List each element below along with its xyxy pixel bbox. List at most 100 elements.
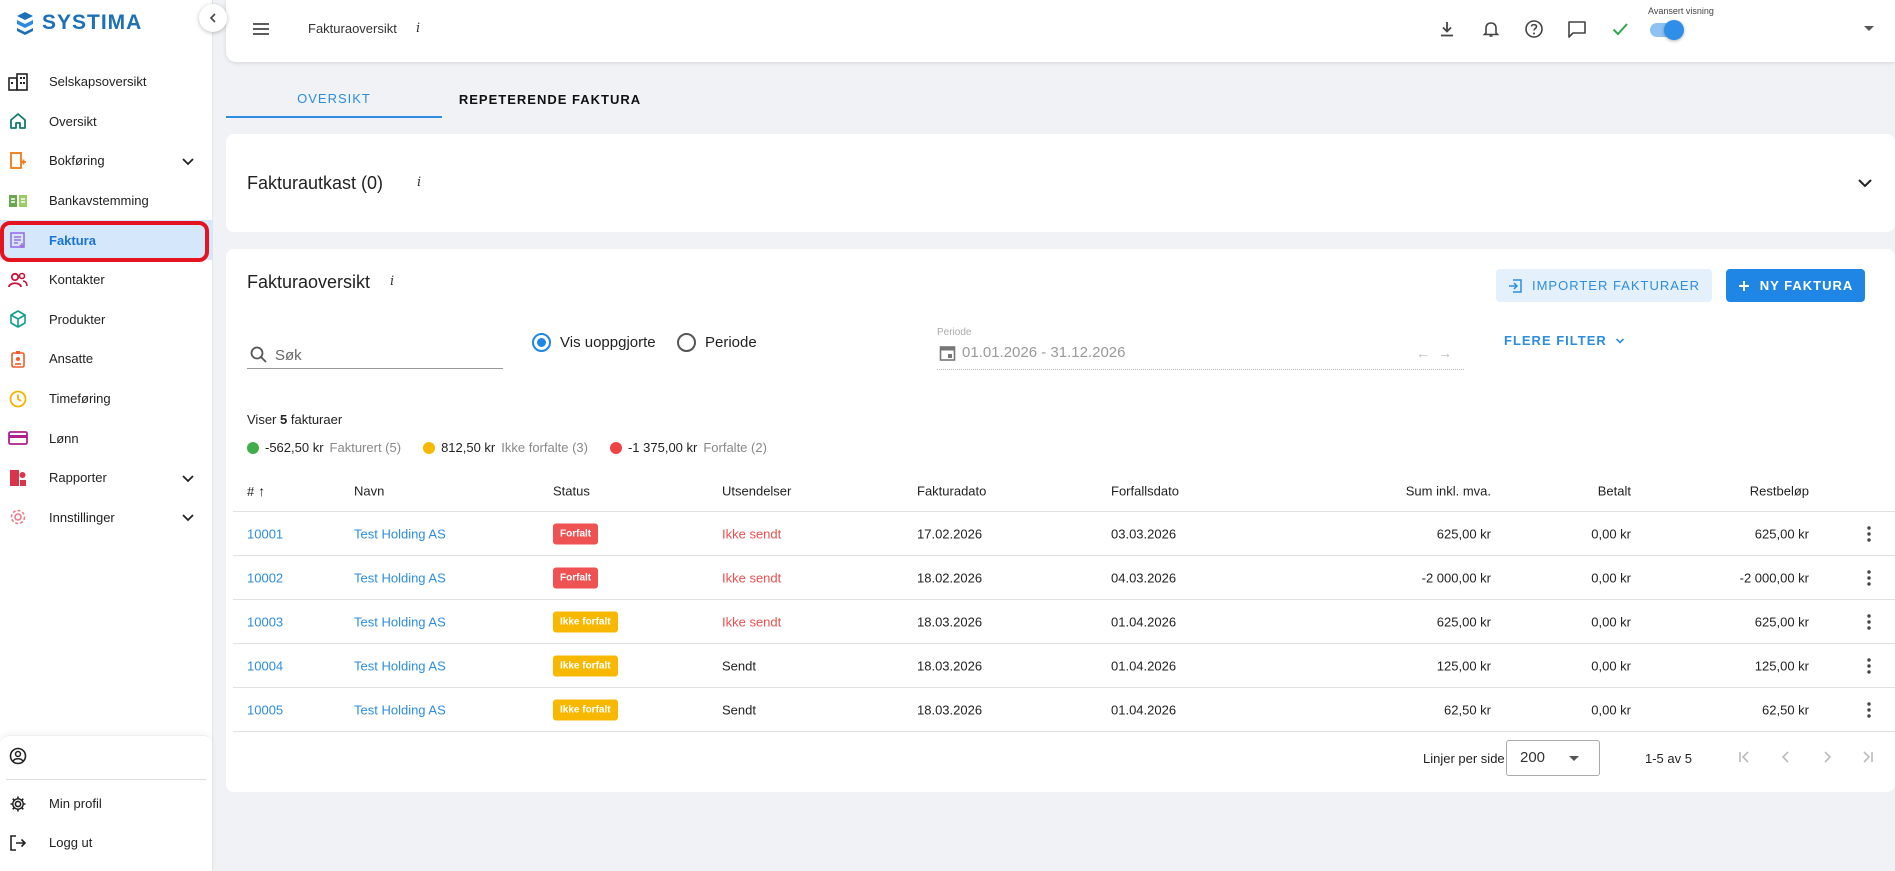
sidebar-item-rapporter[interactable]: Rapporter: [0, 458, 213, 498]
bell-icon[interactable]: [1480, 18, 1502, 40]
status-badge: Ikke forfalt: [553, 699, 618, 720]
period-nav-arrows-icon[interactable]: ←→: [1416, 345, 1460, 361]
more-vert-icon[interactable]: [1859, 524, 1879, 544]
sidebar-item-oversikt[interactable]: Oversikt: [0, 102, 213, 142]
paid-amount: 0,00 kr: [1591, 526, 1631, 541]
chat-icon[interactable]: [1566, 18, 1588, 40]
result-count-prefix: Viser: [247, 412, 277, 427]
download-icon[interactable]: [1436, 18, 1458, 40]
tab-oversikt[interactable]: OVERSIKT: [226, 80, 442, 118]
logo[interactable]: SYSTIMA: [14, 10, 142, 36]
sum-incl-vat: 62,50 kr: [1444, 702, 1491, 717]
search-input[interactable]: [275, 346, 495, 364]
more-vert-icon[interactable]: [1859, 568, 1879, 588]
invoice-number-link[interactable]: 10001: [247, 526, 283, 541]
more-vert-icon[interactable]: [1859, 700, 1879, 720]
due-date: 01.04.2026: [1111, 614, 1177, 629]
column-header-remaining[interactable]: Restbeløp: [1750, 484, 1809, 499]
column-header-paid[interactable]: Betalt: [1598, 484, 1631, 499]
sidebar-item-kontakter[interactable]: Kontakter: [0, 260, 213, 300]
radio-circle: [677, 333, 696, 352]
sum-incl-vat: 625,00 kr: [1436, 614, 1491, 629]
invoice-number-link[interactable]: 10004: [247, 658, 283, 673]
previous-page-icon[interactable]: [1774, 745, 1798, 769]
caret-down-icon[interactable]: [1864, 26, 1874, 31]
column-header-invoice-date[interactable]: Fakturadato: [917, 484, 986, 499]
customer-name-link[interactable]: Test Holding AS: [354, 614, 446, 629]
info-icon[interactable]: i: [417, 175, 421, 190]
remaining-amount: 62,50 kr: [1762, 702, 1809, 717]
account-button[interactable]: [0, 736, 213, 775]
chevron-down-icon[interactable]: [181, 510, 195, 524]
sidebar-item-ansatte[interactable]: Ansatte: [0, 339, 213, 379]
sort-ascending-icon[interactable]: ↑: [258, 483, 265, 499]
sidebar-item-selskapsoversikt[interactable]: Selskapsoversikt: [0, 62, 213, 102]
table-row[interactable]: 10001 Test Holding AS Forfalt Ikke sendt 17.…: [233, 512, 1895, 556]
legend-dot-not-due: [423, 441, 436, 454]
next-page-icon[interactable]: [1815, 745, 1839, 769]
first-page-icon[interactable]: [1732, 745, 1756, 769]
column-header-due-date[interactable]: Forfallsdato: [1111, 484, 1179, 499]
card-icon: [8, 428, 28, 448]
period-field[interactable]: Periode 01.01.2026 - 31.12.2026 ←→: [937, 327, 1464, 370]
customer-name-link[interactable]: Test Holding AS: [354, 658, 446, 673]
systima-logo-icon: [17, 12, 33, 35]
more-vert-icon[interactable]: [1859, 612, 1879, 632]
radio-label: Periode: [705, 334, 757, 351]
table-row[interactable]: 10002 Test Holding AS Forfalt Ikke sendt 18.…: [233, 556, 1895, 600]
info-icon[interactable]: i: [390, 274, 394, 289]
table-row[interactable]: 10005 Test Holding AS Ikke forfalt Sendt 18.…: [233, 688, 1895, 732]
search-field[interactable]: [247, 342, 503, 369]
new-invoice-button[interactable]: NY FAKTURA: [1726, 269, 1865, 302]
sidebar: SYSTIMA Selskapsoversikt Oversikt Bokfør…: [0, 0, 213, 871]
sidebar-item-bankavstemming[interactable]: Bankavstemming: [0, 181, 213, 221]
more-vert-icon[interactable]: [1859, 656, 1879, 676]
overview-title: Fakturaoversikt: [247, 272, 371, 292]
sidebar-item-lonn[interactable]: Lønn: [0, 418, 213, 458]
sidebar-item-timeforing[interactable]: Timeføring: [0, 379, 213, 419]
min-profil-button[interactable]: Min profil: [0, 784, 213, 823]
customer-name-link[interactable]: Test Holding AS: [354, 702, 446, 717]
contacts-icon: [8, 270, 28, 290]
menu-icon[interactable]: [251, 21, 271, 37]
invoice-number-link[interactable]: 10005: [247, 702, 283, 717]
table-row[interactable]: 10004 Test Holding AS Ikke forfalt Sendt 18.…: [233, 644, 1895, 688]
rows-per-page-select[interactable]: 200: [1506, 740, 1600, 776]
collapse-sidebar-button[interactable]: [199, 4, 227, 32]
column-header-number[interactable]: # ↑: [247, 483, 265, 499]
import-icon: [1508, 278, 1522, 293]
help-icon[interactable]: [1523, 18, 1545, 40]
home-icon: [8, 111, 28, 131]
tabs: OVERSIKT REPETERENDE FAKTURA: [226, 80, 658, 118]
sidebar-item-innstillinger[interactable]: Innstillinger: [0, 498, 213, 538]
check-icon[interactable]: [1609, 18, 1631, 40]
customer-name-link[interactable]: Test Holding AS: [354, 570, 446, 585]
chevron-down-icon[interactable]: [181, 154, 195, 168]
advanced-view-toggle[interactable]: [1650, 20, 1684, 40]
import-invoices-button[interactable]: IMPORTER FAKTURAER: [1496, 269, 1712, 302]
radio-vis-uoppgjorte[interactable]: Vis uoppgjorte: [532, 333, 656, 352]
customer-name-link[interactable]: Test Holding AS: [354, 526, 446, 541]
invoice-overview-panel: Fakturaoversikt i IMPORTER FAKTURAER NY …: [226, 249, 1895, 792]
column-header-sendings[interactable]: Utsendelser: [722, 484, 791, 499]
drafts-panel[interactable]: Fakturautkast (0) i: [226, 134, 1895, 232]
info-icon[interactable]: i: [416, 21, 420, 36]
sum-incl-vat: -2 000,00 kr: [1421, 570, 1491, 585]
table-row[interactable]: 10003 Test Holding AS Ikke forfalt Ikke sen…: [233, 600, 1895, 644]
tab-repeterende-faktura[interactable]: REPETERENDE FAKTURA: [442, 80, 658, 118]
more-filters-button[interactable]: FLERE FILTER: [1504, 333, 1625, 348]
column-header-status[interactable]: Status: [553, 484, 590, 499]
invoice-date: 18.02.2026: [917, 570, 983, 585]
reports-icon: [8, 468, 28, 488]
sidebar-item-produkter[interactable]: Produkter: [0, 300, 213, 340]
radio-periode[interactable]: Periode: [677, 333, 757, 352]
last-page-icon[interactable]: [1856, 745, 1880, 769]
logout-button[interactable]: Logg ut: [0, 823, 213, 862]
invoice-number-link[interactable]: 10003: [247, 614, 283, 629]
column-header-sum[interactable]: Sum inkl. mva.: [1406, 484, 1491, 499]
chevron-down-icon[interactable]: [1856, 174, 1874, 192]
chevron-down-icon[interactable]: [181, 471, 195, 485]
invoice-number-link[interactable]: 10002: [247, 570, 283, 585]
column-header-name[interactable]: Navn: [354, 484, 384, 499]
sidebar-item-bokforing[interactable]: Bokføring: [0, 141, 213, 181]
